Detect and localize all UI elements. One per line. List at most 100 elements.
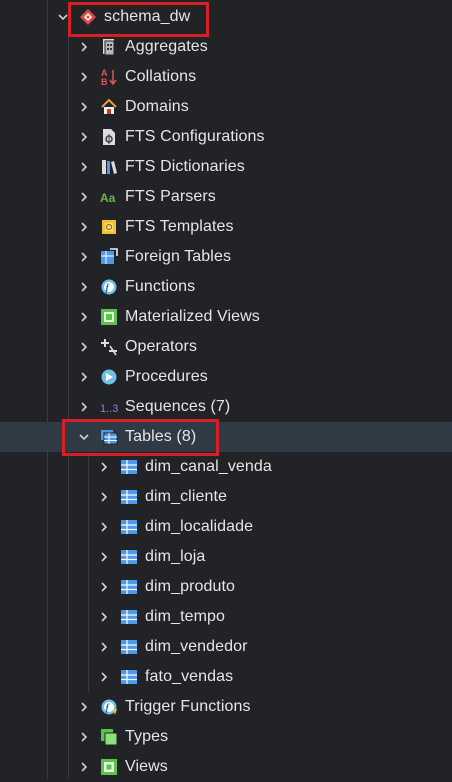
tree-item-table-dim-tempo[interactable]: dim_tempo — [0, 602, 452, 632]
tree-item-label: FTS Dictionaries — [125, 158, 245, 175]
fts-parsers-icon: Aa — [100, 188, 118, 206]
chevron-right-icon[interactable] — [98, 671, 110, 683]
svg-text:B: B — [101, 77, 108, 86]
tree-item-label: FTS Templates — [125, 218, 234, 235]
fts-templates-icon — [100, 218, 118, 236]
tree-item-table-dim-localidade[interactable]: dim_localidade — [0, 512, 452, 542]
table-icon — [120, 518, 138, 536]
tree-item-label: Operators — [125, 338, 198, 355]
svg-text:1..3: 1..3 — [100, 403, 118, 415]
tree-item-label: Aggregates — [125, 38, 208, 55]
tree-item-procedures[interactable]: Procedures — [0, 362, 452, 392]
chevron-right-icon[interactable] — [78, 191, 90, 203]
fts-configurations-icon — [100, 128, 118, 146]
tree-item-label: FTS Configurations — [125, 128, 265, 145]
aggregates-icon — [100, 38, 118, 56]
tree-item-label: Procedures — [125, 368, 208, 385]
chevron-right-icon[interactable] — [78, 101, 90, 113]
table-icon — [120, 548, 138, 566]
chevron-right-icon[interactable] — [78, 701, 90, 713]
chevron-right-icon[interactable] — [78, 341, 90, 353]
tree-item-label: Views — [125, 758, 168, 775]
tree-item-table-dim-cliente[interactable]: dim_cliente — [0, 482, 452, 512]
views-icon — [100, 758, 118, 776]
tree-item-types[interactable]: Types — [0, 722, 452, 752]
tree-item-label: dim_vendedor — [145, 638, 248, 655]
tree-item-sequences[interactable]: 1..3 Sequences (7) — [0, 392, 452, 422]
collations-icon: AB — [100, 68, 118, 86]
chevron-right-icon[interactable] — [78, 761, 90, 773]
chevron-right-icon[interactable] — [78, 71, 90, 83]
tree-item-label: Functions — [125, 278, 196, 295]
functions-icon: f — [100, 278, 118, 296]
chevron-right-icon[interactable] — [98, 521, 110, 533]
tree-item-table-dim-vendedor[interactable]: dim_vendedor — [0, 632, 452, 662]
chevron-right-icon[interactable] — [98, 461, 110, 473]
tree-item-fts-dictionaries[interactable]: FTS Dictionaries — [0, 152, 452, 182]
chevron-right-icon[interactable] — [78, 311, 90, 323]
tree-item-foreign-tables[interactable]: Foreign Tables — [0, 242, 452, 272]
table-icon — [120, 608, 138, 626]
chevron-right-icon[interactable] — [78, 281, 90, 293]
tree-item-label: dim_canal_venda — [145, 458, 272, 475]
types-icon — [100, 728, 118, 746]
table-icon — [120, 638, 138, 656]
chevron-right-icon[interactable] — [98, 551, 110, 563]
chevron-right-icon[interactable] — [98, 581, 110, 593]
tree-item-label: Types — [125, 728, 169, 745]
tree-item-fts-templates[interactable]: FTS Templates — [0, 212, 452, 242]
chevron-right-icon[interactable] — [78, 401, 90, 413]
tree-item-table-dim-loja[interactable]: dim_loja — [0, 542, 452, 572]
tree-item-collations[interactable]: A B Collations — [0, 62, 452, 92]
tree-item-views[interactable]: Views — [0, 752, 452, 782]
procedures-icon — [100, 368, 118, 386]
table-icon — [120, 488, 138, 506]
tree-item-operators[interactable]: Operators — [0, 332, 452, 362]
chevron-right-icon[interactable] — [78, 41, 90, 53]
tree-item-fts-configurations[interactable]: FTS Configurations — [0, 122, 452, 152]
highlight-box-tables — [62, 419, 219, 456]
tree-item-label: Collations — [125, 68, 197, 85]
tree-item-label: Domains — [125, 98, 189, 115]
table-icon — [120, 578, 138, 596]
chevron-right-icon[interactable] — [78, 221, 90, 233]
chevron-right-icon[interactable] — [98, 641, 110, 653]
tree-item-label: dim_cliente — [145, 488, 228, 505]
chevron-right-icon[interactable] — [78, 251, 90, 263]
tree-item-label: dim_produto — [145, 578, 236, 595]
tree-item-table-fato-vendas[interactable]: fato_vendas — [0, 662, 452, 692]
tree-item-label: Sequences (7) — [125, 398, 231, 415]
fts-dictionaries-icon — [100, 158, 118, 176]
chevron-right-icon[interactable] — [98, 491, 110, 503]
tree-item-label: Trigger Functions — [125, 698, 251, 715]
chevron-right-icon[interactable] — [78, 731, 90, 743]
sequences-icon: 1..3 — [100, 398, 118, 416]
chevron-right-icon[interactable] — [78, 371, 90, 383]
tree-item-domains[interactable]: Domains — [0, 92, 452, 122]
tree-item-fts-parsers[interactable]: Aa FTS Parsers — [0, 182, 452, 212]
chevron-right-icon[interactable] — [78, 131, 90, 143]
table-icon — [120, 668, 138, 686]
foreign-tables-icon — [100, 248, 118, 266]
operators-icon — [100, 338, 118, 356]
tree-item-table-dim-canal-venda[interactable]: dim_canal_venda — [0, 452, 452, 482]
svg-text:Aa: Aa — [100, 191, 116, 205]
trigger-functions-icon: f — [100, 698, 118, 716]
materialized-views-icon — [100, 308, 118, 326]
tree-item-label: Materialized Views — [125, 308, 260, 325]
tree-item-materialized-views[interactable]: Materialized Views — [0, 302, 452, 332]
tree-item-functions[interactable]: f Functions — [0, 272, 452, 302]
highlight-box-schema — [68, 2, 209, 37]
chevron-right-icon[interactable] — [78, 161, 90, 173]
tree-item-table-dim-produto[interactable]: dim_produto — [0, 572, 452, 602]
tree-item-label: dim_localidade — [145, 518, 254, 535]
tree-item-label: FTS Parsers — [125, 188, 216, 205]
domains-icon — [100, 98, 118, 116]
tree-item-label: dim_tempo — [145, 608, 226, 625]
chevron-right-icon[interactable] — [98, 611, 110, 623]
tree-item-label: Foreign Tables — [125, 248, 232, 265]
tree-item-label: dim_loja — [145, 548, 206, 565]
table-icon — [120, 458, 138, 476]
tree-item-trigger-functions[interactable]: f Trigger Functions — [0, 692, 452, 722]
tree-item-label: fato_vendas — [145, 668, 234, 685]
